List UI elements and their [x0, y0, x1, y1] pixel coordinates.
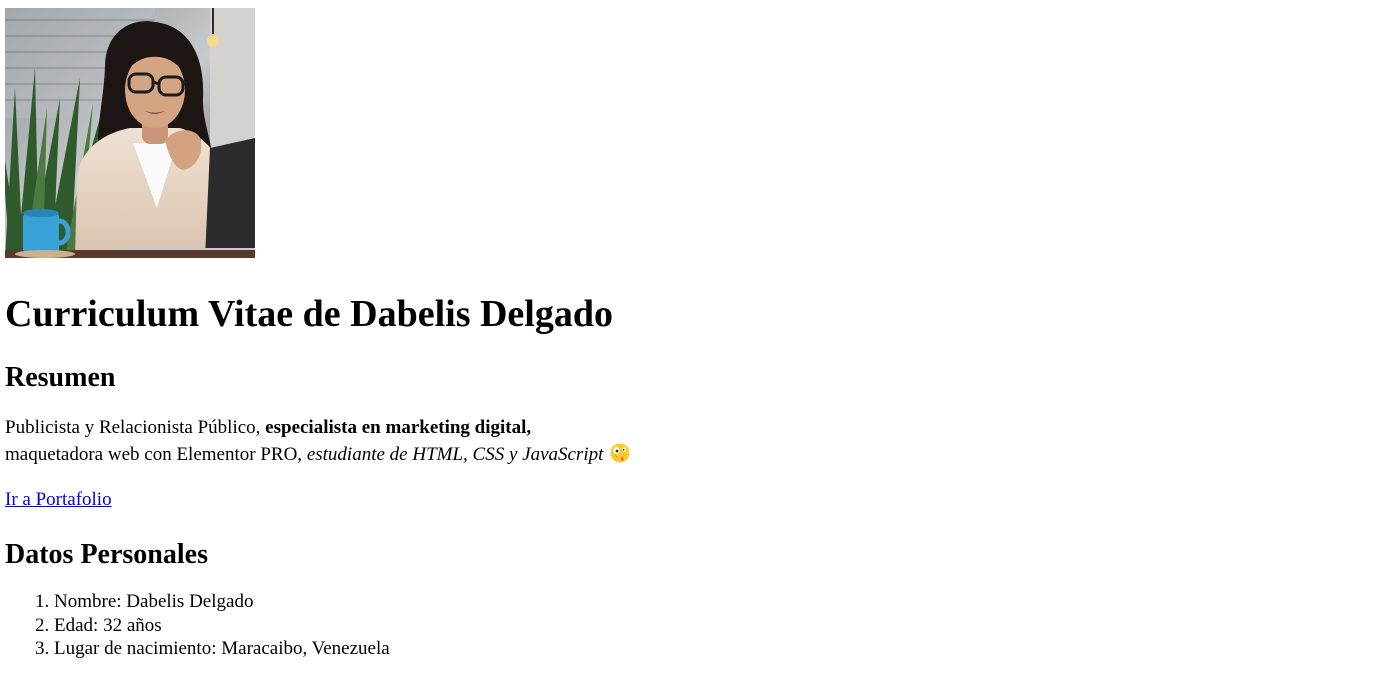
profile-photo	[5, 8, 255, 258]
summary-line1-bold: especialista en marketing digital,	[265, 417, 532, 438]
portfolio-paragraph: Ir a Portafolio	[5, 486, 1380, 513]
portfolio-link[interactable]: Ir a Portafolio	[5, 489, 112, 510]
zany-face-emoji-icon	[610, 443, 630, 463]
summary-paragraph: Publicista y Relacionista Público, espec…	[5, 414, 1380, 468]
summary-line1-text: Publicista y Relacionista Público,	[5, 417, 266, 438]
cv-page: Curriculum Vitae de Dabelis Delgado Resu…	[0, 0, 1380, 661]
summary-line2-italic: estudiante de HTML, CSS y JavaScript	[306, 444, 604, 465]
personal-data-list: Nombre: Dabelis Delgado Edad: 32 años Lu…	[5, 590, 1380, 661]
personal-data-heading: Datos Personales	[5, 539, 208, 570]
summary-line2-text: maquetadora web con Elementor PRO,	[5, 444, 307, 465]
list-item: Nombre: Dabelis Delgado	[54, 590, 1380, 614]
page-title: Curriculum Vitae de Dabelis Delgado	[5, 293, 613, 335]
summary-heading: Resumen	[5, 362, 116, 393]
list-item: Edad: 32 años	[54, 614, 1380, 638]
list-item: Lugar de nacimiento: Maracaibo, Venezuel…	[54, 637, 1380, 661]
profile-photo-illustration	[5, 8, 255, 258]
